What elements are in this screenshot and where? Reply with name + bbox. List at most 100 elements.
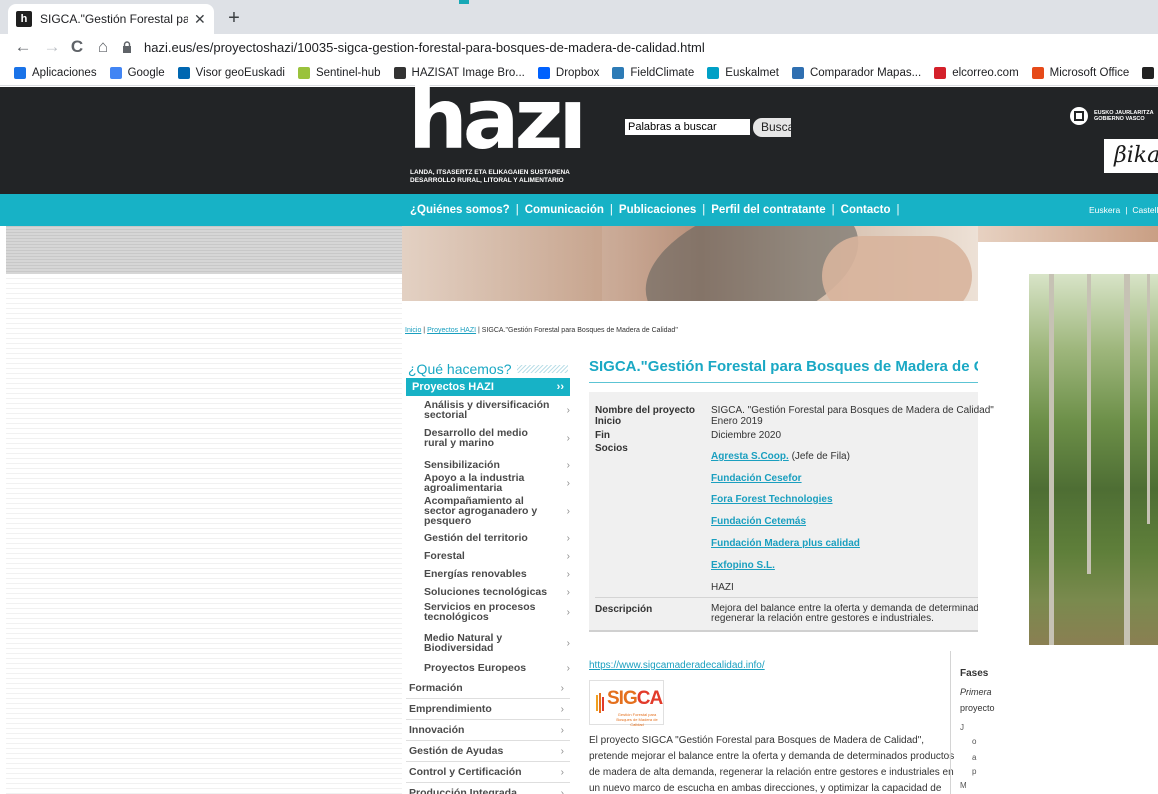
chevron-right-icon: › <box>560 745 564 757</box>
close-tab-icon[interactable]: ✕ <box>194 11 206 28</box>
home-button[interactable]: ⌂ <box>92 36 114 58</box>
sigca-logo[interactable]: SIGCA Gestión Forestal para Bosques de M… <box>589 680 664 727</box>
submenu-item[interactable]: Sensibilización › <box>424 458 570 472</box>
bookmark-item[interactable]: Aplicaciones <box>14 66 97 79</box>
nav-item[interactable]: Perfil del contratante <box>711 204 825 216</box>
sigca-subtitle: Gestión Forestal para Bosques de Madera … <box>616 712 658 727</box>
back-button[interactable]: ← <box>12 36 34 58</box>
search-button[interactable]: Buscar <box>753 118 791 137</box>
submenu-item-label: Gestión del territorio <box>424 532 528 544</box>
reload-button[interactable]: C <box>66 36 88 58</box>
menu-item[interactable]: Formación › <box>406 678 570 699</box>
submenu-item[interactable]: Medio Natural y Biodiversidad › <box>424 632 570 654</box>
bookmark-item[interactable]: Google <box>109 66 165 79</box>
browser-tab-strip: h SIGCA."Gestión Forestal para Bosques d… <box>0 0 1158 34</box>
forest-photo <box>1029 274 1158 645</box>
submenu-item-label: Apoyo a la industria agroalimentaria <box>424 472 525 494</box>
menu-item[interactable]: Control y Certificación › <box>406 762 570 783</box>
bookmark-item[interactable]: FieldClimate <box>612 66 695 79</box>
lang-castellano[interactable]: Castellano <box>1132 205 1158 215</box>
bookmark-item[interactable]: Visor geoEuskadi <box>177 66 285 79</box>
nav-item[interactable]: Contacto <box>841 204 891 216</box>
submenu-item[interactable]: Servicios en procesos tecnológicos › <box>424 601 570 623</box>
logo-subtitle: LANDA, ITSASERTZ ETA ELIKAGAIEN SUSTAPEN… <box>410 169 570 185</box>
submenu-item[interactable]: Gestión del territorio › <box>424 531 570 545</box>
menu-item-proyectos-hazi[interactable]: Proyectos HAZI ›› <box>406 378 570 396</box>
sigca-word-a: SIG <box>607 688 638 709</box>
partner-link[interactable]: Fundación Cesefor <box>711 473 802 484</box>
sidebar-divider <box>950 651 951 794</box>
menu-item[interactable]: Emprendimiento › <box>406 699 570 720</box>
bookmark-item[interactable]: Sentinel-hub <box>297 66 381 79</box>
breadcrumb-section[interactable]: Proyectos HAZI <box>427 327 476 334</box>
chevron-right-icon: › <box>566 505 570 517</box>
lang-euskera[interactable]: Euskera <box>1089 205 1120 215</box>
chevron-right-icon: › <box>566 662 570 674</box>
submenu-item[interactable]: Análisis y diversificación sectorial › <box>424 400 570 421</box>
menu-item[interactable]: Innovación › <box>406 720 570 741</box>
submenu-item[interactable]: Desarrollo del medio rural y marino › <box>424 428 570 449</box>
submenu-item[interactable]: Apoyo a la industria agroalimentaria › <box>424 472 570 494</box>
ikaska-text: βika <box>1114 143 1158 168</box>
chevron-right-icon: › <box>566 477 570 489</box>
breadcrumb-home[interactable]: Inicio <box>405 327 421 334</box>
menu-item-label: Control y Certificación <box>409 766 522 778</box>
gov-line-es: GOBIERNO VASCO <box>1094 116 1145 122</box>
submenu-item-label: Medio Natural y Biodiversidad <box>424 632 503 654</box>
nav-item[interactable]: Comunicación <box>525 204 604 216</box>
submenu-item[interactable]: Acompañamiento al sector agroganadero y … <box>424 496 570 527</box>
project-start: Enero 2019 <box>711 416 763 427</box>
body-line: un nuevo marco de escucha en ambas direc… <box>589 783 942 794</box>
hazi-logo[interactable]: hazı LANDA, ITSASERTZ ETA ELIKAGAIEN SUS… <box>408 77 588 194</box>
partner-link[interactable]: Fundación Madera plus calidad <box>711 538 860 549</box>
main-nav-band: ¿Quiénes somos? | Comunicación | Publicacion… <box>0 194 1158 226</box>
bookmark-label: FieldClimate <box>630 66 695 79</box>
bookmark-item[interactable]: elcorreo.com <box>934 66 1019 79</box>
chevron-right-icon: › <box>560 724 564 736</box>
google-icon <box>109 66 122 79</box>
browser-tab[interactable]: h SIGCA."Gestión Forestal para Bosques d… <box>8 4 214 34</box>
bookmark-item[interactable]: Microsoft Office <box>1031 66 1129 79</box>
bookmark-item[interactable]: Comparador Mapas... <box>791 66 922 79</box>
sigca-word-b: CA <box>636 688 663 709</box>
ikaska-logo[interactable]: βika <box>1104 139 1158 173</box>
menu-item[interactable]: Gestión de Ayudas › <box>406 741 570 762</box>
submenu-item[interactable]: Proyectos Europeos › <box>424 661 570 675</box>
lead-note: (Jefe de Fila) <box>788 451 850 462</box>
bookmark-label: Comparador Mapas... <box>809 66 922 79</box>
bookmark-item[interactable]: SCENE WebShare C... <box>1142 66 1158 79</box>
gobierno-vasco-logo[interactable]: EUSKO JAURLARITZA GOBIERNO VASCO <box>1068 105 1158 127</box>
chevron-right-icon: › <box>566 550 570 562</box>
chevron-right-icon: › <box>566 637 570 649</box>
partner-link[interactable]: Fundación Cetemás <box>711 516 806 527</box>
address-bar[interactable]: hazi.eus/es/proyectoshazi/10035-sigca-ge… <box>120 36 1158 58</box>
project-website-link[interactable]: https://www.sigcamaderadecalidad.info/ <box>589 660 765 671</box>
forward-button[interactable]: → <box>41 36 63 58</box>
nav-separator: | <box>609 204 613 216</box>
partner-link[interactable]: Fora Forest Technologies <box>711 494 833 505</box>
new-tab-button[interactable]: + <box>222 6 246 30</box>
info-divider <box>595 597 978 598</box>
submenu-item[interactable]: Soluciones tecnológicas › <box>424 585 570 599</box>
submenu-item-label: Servicios en procesos tecnológicos <box>424 601 536 623</box>
search-input[interactable] <box>625 119 750 135</box>
partner-link[interactable]: Exfopino S.L. <box>711 560 775 571</box>
menu-heading-text: ¿Qué hacemos? <box>408 361 512 377</box>
menu-item[interactable]: Producción Integrada › <box>406 783 570 794</box>
bookmark-item[interactable]: Euskalmet <box>707 66 779 79</box>
map-compare-icon <box>791 66 804 79</box>
chevron-right-icon: › <box>566 532 570 544</box>
top-nav: ¿Quiénes somos? | Comunicación | Publicacion… <box>410 194 906 226</box>
submenu-item[interactable]: Forestal › <box>424 549 570 563</box>
submenu-item[interactable]: Energías renovables › <box>424 567 570 581</box>
project-name: SIGCA. "Gestión Forestal para Bosques de… <box>711 405 994 416</box>
submenu-item-label: Soluciones tecnológicas <box>424 586 548 598</box>
menu-item-label: Innovación <box>409 724 465 736</box>
nav-item[interactable]: Publicaciones <box>619 204 696 216</box>
nav-item[interactable]: ¿Quiénes somos? <box>410 204 510 216</box>
accent-mark <box>459 0 469 4</box>
left-lines <box>6 274 402 794</box>
double-chevron-icon: ›› <box>556 381 564 393</box>
partner-link[interactable]: Agresta S.Coop. <box>711 451 789 462</box>
project-info-box <box>589 392 978 632</box>
